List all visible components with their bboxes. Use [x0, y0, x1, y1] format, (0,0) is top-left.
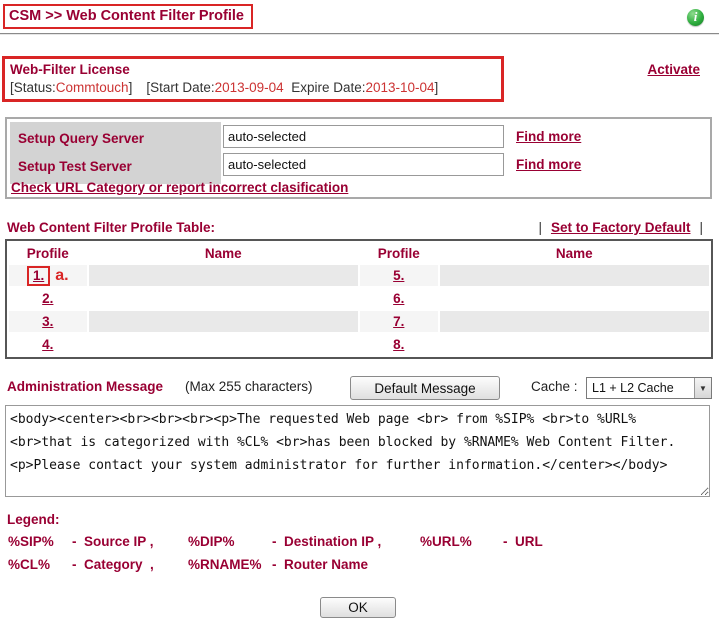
- profile-1-annotation-box: 1.: [27, 266, 50, 286]
- factory-default-wrap: | Set to Factory Default |: [529, 220, 712, 235]
- profile-cell-4: 4.: [9, 334, 87, 355]
- find-more-test-link[interactable]: Find more: [516, 157, 581, 172]
- legend-row-1: %SIP% - Source IP , %DIP% - Destination …: [8, 534, 543, 549]
- legend-row-2: %CL% - Category , %RNAME% - Router Name: [8, 557, 368, 572]
- name-cell-3: [89, 311, 358, 332]
- set-to-factory-default-link[interactable]: Set to Factory Default: [551, 220, 691, 235]
- profile-link-6[interactable]: 6.: [393, 291, 404, 306]
- profile-cell-3: 3.: [9, 311, 87, 332]
- legend-token-rname: %RNAME%: [188, 557, 272, 572]
- expire-bracket: ]: [435, 80, 439, 95]
- profile-link-4[interactable]: 4.: [42, 337, 53, 352]
- profile-cell-8: 8.: [360, 334, 438, 355]
- setup-test-server-label: Setup Test Server: [18, 159, 132, 174]
- legend-desc-category: - Category ,: [72, 557, 188, 572]
- start-date-value: 2013-09-04: [215, 80, 284, 95]
- name-cell-5: [440, 265, 709, 286]
- legend-desc-router-name: - Router Name: [272, 557, 368, 572]
- header-name-left: Name: [89, 243, 358, 263]
- test-server-input[interactable]: [223, 153, 504, 176]
- name-cell-6: [440, 288, 709, 309]
- profile-table-header-row: Profile Name Profile Name: [9, 243, 709, 263]
- profile-table: Profile Name Profile Name 1.a. 5. 2. 6. …: [5, 239, 713, 359]
- title-annotation-box: CSM >> Web Content Filter Profile: [3, 4, 253, 29]
- header-divider: [0, 33, 719, 35]
- table-row: 2. 6.: [9, 288, 709, 309]
- setup-server-box: Setup Query Server Setup Test Server Fin…: [5, 117, 712, 199]
- legend-desc-url: - URL: [503, 534, 543, 549]
- header-profile-right: Profile: [360, 243, 438, 263]
- cache-select[interactable]: L1 + L2 Cache ▼: [586, 377, 712, 399]
- expire-date-label: Expire Date:: [291, 80, 365, 95]
- profile-cell-2: 2.: [9, 288, 87, 309]
- query-server-input[interactable]: [223, 125, 504, 148]
- legend-desc-destination-ip: - Destination IP ,: [272, 534, 420, 549]
- license-title: Web-Filter License: [10, 62, 495, 77]
- license-status-line: [Status:Commtouch] [Start Date:2013-09-04…: [10, 80, 495, 95]
- status-label: [Status:: [10, 80, 56, 95]
- profile-link-7[interactable]: 7.: [393, 314, 404, 329]
- cache-selected-value: L1 + L2 Cache: [587, 381, 694, 395]
- profile-cell-7: 7.: [360, 311, 438, 332]
- name-cell-2: [89, 288, 358, 309]
- profile-cell-5: 5.: [360, 265, 438, 286]
- profile-link-1[interactable]: 1.: [33, 268, 44, 283]
- name-cell-1: [89, 265, 358, 286]
- check-url-category-link[interactable]: Check URL Category or report incorrect c…: [11, 180, 348, 195]
- name-cell-8: [440, 334, 709, 355]
- web-content-filter-page: CSM >> Web Content Filter Profile i Web-…: [0, 0, 719, 622]
- pipe-right: |: [699, 220, 703, 235]
- status-value: Commtouch: [56, 80, 129, 95]
- find-more-query-link[interactable]: Find more: [516, 129, 581, 144]
- license-annotation-box: Web-Filter License [Status:Commtouch][St…: [2, 56, 504, 102]
- setup-query-server-label: Setup Query Server: [18, 131, 144, 146]
- start-date-label: [Start Date:: [146, 80, 214, 95]
- profile-link-5[interactable]: 5.: [393, 268, 404, 283]
- ok-button[interactable]: OK: [320, 597, 396, 618]
- profile-cell-6: 6.: [360, 288, 438, 309]
- header-profile-left: Profile: [9, 243, 87, 263]
- administration-message-textarea[interactable]: <body><center><br><br><br><p>The request…: [5, 405, 710, 497]
- profile-table-title: Web Content Filter Profile Table:: [7, 220, 215, 235]
- table-row: 3. 7.: [9, 311, 709, 332]
- activate-link[interactable]: Activate: [647, 62, 700, 77]
- legend-token-cl: %CL%: [8, 557, 72, 572]
- expire-date-value: 2013-10-04: [365, 80, 434, 95]
- legend-title: Legend:: [7, 512, 60, 527]
- annotation-label-a: a.: [55, 267, 68, 284]
- profile-link-3[interactable]: 3.: [42, 314, 53, 329]
- table-row: 1. a. 5.: [9, 265, 709, 286]
- legend-token-url: %URL%: [420, 534, 503, 549]
- info-icon[interactable]: i: [687, 9, 704, 26]
- name-cell-7: [440, 311, 709, 332]
- pipe-left: |: [538, 220, 542, 235]
- chevron-down-icon[interactable]: ▼: [694, 378, 711, 398]
- profile-link-8[interactable]: 8.: [393, 337, 404, 352]
- legend-token-sip: %SIP%: [8, 534, 72, 549]
- max-characters-label: (Max 255 characters): [185, 379, 313, 394]
- page-title: CSM >> Web Content Filter Profile: [9, 8, 244, 24]
- administration-message-label: Administration Message: [7, 379, 163, 394]
- profile-cell-1: 1. a.: [9, 265, 87, 286]
- legend-desc-source-ip: - Source IP ,: [72, 534, 188, 549]
- legend-token-dip: %DIP%: [188, 534, 272, 549]
- name-cell-4: [89, 334, 358, 355]
- status-bracket: ]: [129, 80, 133, 95]
- header-name-right: Name: [440, 243, 709, 263]
- cache-label: Cache :: [531, 379, 578, 394]
- profile-link-2[interactable]: 2.: [42, 291, 53, 306]
- table-row: 4. 8.: [9, 334, 709, 355]
- default-message-button[interactable]: Default Message: [350, 376, 500, 400]
